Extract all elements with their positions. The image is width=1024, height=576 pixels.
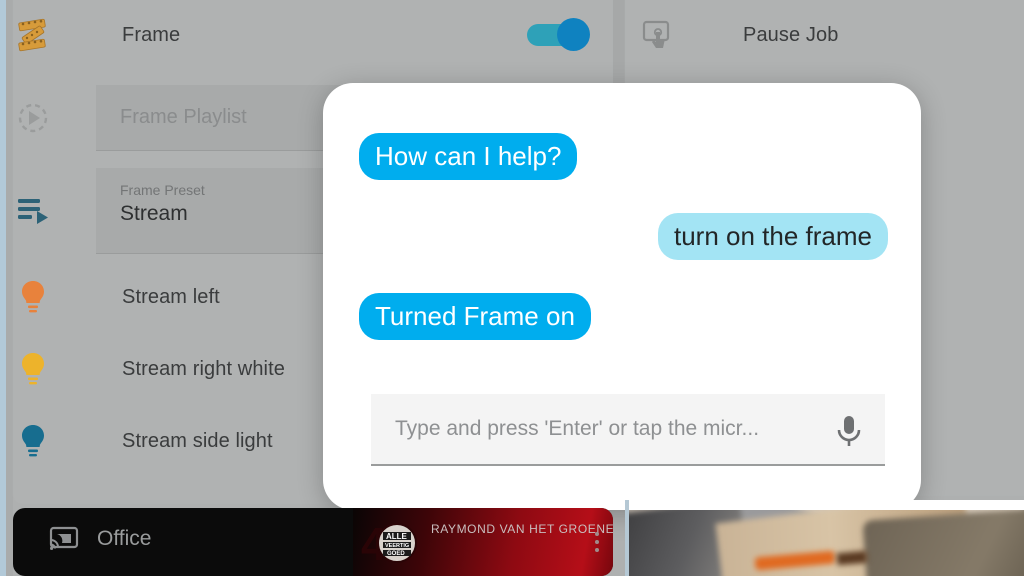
play-circle-dashed-icon <box>0 100 66 136</box>
chat-message-bot: Turned Frame on <box>359 293 591 340</box>
lightbulb-icon <box>0 280 66 314</box>
cast-icon <box>49 526 79 552</box>
assistant-chat-dialog: How can I help? turn on the frame Turned… <box>323 83 921 510</box>
media-player-bar[interactable]: Office 4 ALLE VEERTIG GOED RAYMOND VAN H… <box>13 508 613 576</box>
photo-left-edge <box>625 500 629 576</box>
film-strip-icon <box>0 18 66 52</box>
album-artwork: 4 ALLE VEERTIG GOED RAYMOND VAN HET GROE… <box>353 508 613 576</box>
chat-input[interactable]: Type and press 'Enter' or tap the micr..… <box>371 394 885 466</box>
blurred-camera-snapshot[interactable] <box>625 500 1024 576</box>
more-vertical-icon[interactable] <box>595 532 599 552</box>
chat-input-placeholder: Type and press 'Enter' or tap the micr..… <box>395 417 760 440</box>
frame-preset-value: Stream <box>120 202 188 225</box>
sidebar-row-stream-side-light-label: Stream side light <box>122 429 273 452</box>
sidebar-row-pause-job[interactable]: Pause Job <box>625 10 1024 60</box>
lightbulb-icon <box>0 352 66 386</box>
lightbulb-icon <box>0 424 66 458</box>
svg-text:GOED: GOED <box>387 551 405 557</box>
dot <box>595 548 599 552</box>
playlist-play-icon <box>0 196 66 226</box>
svg-text:VEERTIG: VEERTIG <box>385 543 409 549</box>
photo-top-edge <box>625 500 1024 510</box>
sidebar-row-stream-left-label: Stream left <box>122 285 220 308</box>
cast-device-group[interactable]: Office <box>49 526 151 552</box>
sidebar-row-pause-job-label: Pause Job <box>743 23 839 46</box>
frame-preset-caption: Frame Preset <box>120 182 205 198</box>
album-badge-40: 4 ALLE VEERTIG GOED <box>361 518 417 568</box>
chat-message-user: turn on the frame <box>658 213 888 260</box>
frame-toggle[interactable] <box>527 18 591 51</box>
microphone-icon[interactable] <box>831 412 867 450</box>
dot <box>595 532 599 536</box>
cast-device-label: Office <box>97 527 152 550</box>
sidebar-row-frame-label: Frame <box>122 23 181 46</box>
svg-text:ALLE: ALLE <box>386 532 408 541</box>
tap-gesture-icon <box>625 18 691 52</box>
frame-toggle-knob <box>557 18 590 51</box>
app-screen: Frame Frame Playlist Frame Preset Stream… <box>0 0 1024 576</box>
sidebar-row-stream-right-white-label: Stream right white <box>122 357 285 380</box>
dot <box>595 540 599 544</box>
frame-playlist-placeholder: Frame Playlist <box>120 106 247 128</box>
album-artist-name: RAYMOND VAN HET GROENEWOUD <box>431 522 613 536</box>
chat-message-bot: How can I help? <box>359 133 578 180</box>
sidebar-row-frame[interactable]: Frame <box>0 10 600 60</box>
